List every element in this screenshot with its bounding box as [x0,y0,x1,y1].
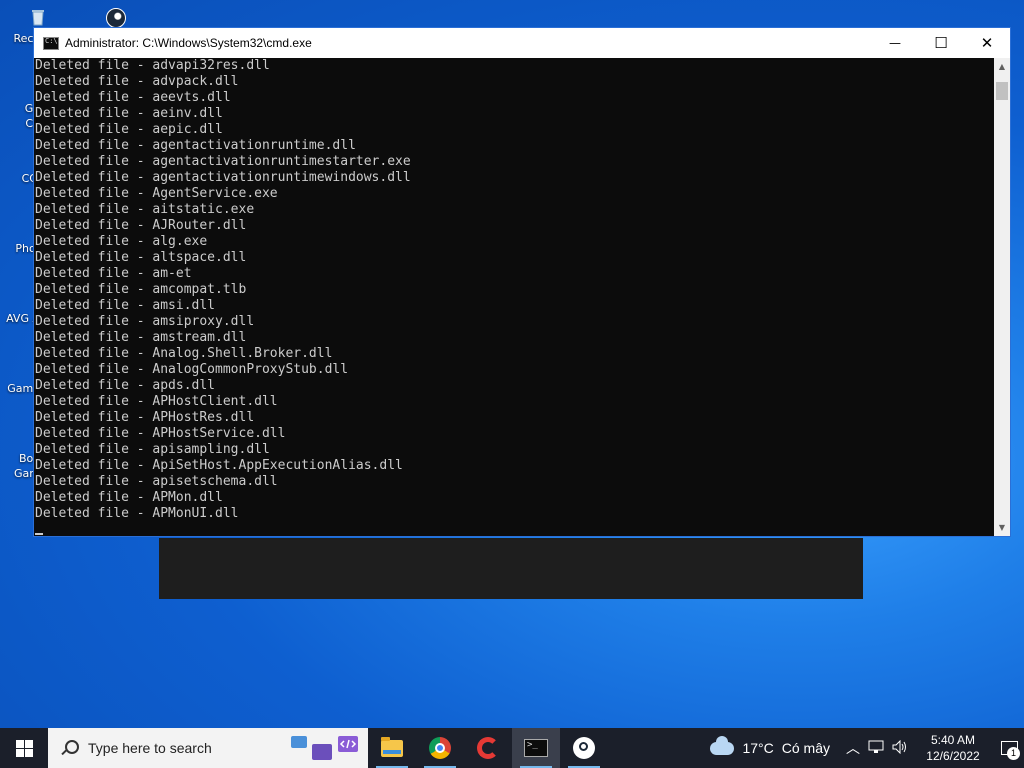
taskbar: Type here to search 17°C Có mây ︿ [0,728,1024,768]
ccleaner-icon [477,737,499,759]
start-button[interactable] [0,728,48,768]
console-line: Deleted file - altspace.dll [35,250,247,265]
chevron-up-icon[interactable]: ︿ [846,738,860,758]
window-title: Administrator: C:\Windows\System32\cmd.e… [65,36,312,50]
search-placeholder: Type here to search [88,740,212,756]
console-line: Deleted file - amsi.dll [35,298,216,313]
console-line: Deleted file - agentactivationruntime.dl… [35,138,356,153]
minimize-icon: — [889,36,901,50]
console-line: Deleted file - aepic.dll [35,122,223,137]
console-line: Deleted file - apisetschema.dll [35,474,278,489]
weather-widget[interactable]: 17°C Có mây [710,735,830,756]
chrome-icon [429,737,451,759]
cmd-app-icon[interactable] [43,36,59,50]
console-line: Deleted file - aeevts.dll [35,90,231,105]
console-line: Deleted file - APMonUI.dll [35,506,239,521]
console-line: Deleted file - APHostService.dll [35,426,286,441]
network-icon[interactable] [868,740,884,757]
console-line: Deleted file - advapi32res.dll [35,58,270,73]
folder-icon [381,736,403,757]
close-button[interactable]: ✕ [964,28,1010,58]
console-line: Deleted file - Analog.Shell.Broker.dll [35,346,333,361]
cloud-icon [710,735,735,755]
scroll-thumb[interactable] [996,82,1008,100]
volume-icon[interactable] [892,739,908,757]
console-line: Deleted file - ApiSetHost.AppExecutionAl… [35,458,403,473]
console-line: Deleted file - APHostClient.dll [35,394,278,409]
console-line: Deleted file - AgentService.exe [35,186,278,201]
taskbar-chrome[interactable] [416,728,464,768]
cmd-icon [524,739,548,757]
console-line: Deleted file - APMon.dll [35,490,223,505]
console-line: Deleted file - agentactivationruntimewin… [35,170,411,185]
close-icon: ✕ [980,34,994,52]
console-line: Deleted file - amsiproxy.dll [35,314,255,329]
windows-logo-icon [15,739,33,757]
taskbar-command-prompt[interactable] [512,728,560,768]
weather-condition: Có mây [781,740,830,756]
vertical-scrollbar[interactable]: ▲ ▼ [994,58,1010,536]
weather-temp: 17°C [742,740,774,756]
scroll-down-icon[interactable]: ▼ [994,519,1010,536]
console-line: Deleted file - apisampling.dll [35,442,270,457]
console-line: Deleted file - apds.dll [35,378,216,393]
notification-button[interactable]: 1 [994,728,1024,768]
text-cursor [35,533,43,535]
clock-date: 12/6/2022 [926,749,980,763]
title-bar[interactable]: Administrator: C:\Windows\System32\cmd.e… [34,28,1010,58]
minimize-button[interactable]: — [872,28,918,58]
notification-badge: 1 [1007,747,1020,760]
console-line: Deleted file - am-et [35,266,192,281]
console-line: Deleted file - advpack.dll [35,74,239,89]
console-line: Deleted file - alg.exe [35,234,208,249]
taskbar-ccleaner[interactable] [464,728,512,768]
console-line: Deleted file - AnalogCommonProxyStub.dll [35,362,349,377]
steam-icon [573,737,595,759]
scroll-up-icon[interactable]: ▲ [994,58,1010,75]
background-window [159,538,863,599]
search-box[interactable]: Type here to search [48,728,368,768]
system-tray: 17°C Có mây ︿ 5:40 AM 12/6/2022 1 [710,728,1024,768]
console-line: Deleted file - AJRouter.dll [35,218,247,233]
recycle-bin-icon[interactable] [29,8,47,26]
console-line: Deleted file - amstream.dll [35,330,247,345]
console-line: Deleted file - aeinv.dll [35,106,223,121]
clock-time: 5:40 AM [930,733,976,747]
console-line: Deleted file - agentactivationruntimesta… [35,154,411,169]
console-line: Deleted file - amcompat.tlb [35,282,247,297]
maximize-icon: ☐ [934,34,948,52]
console-output[interactable]: Deleted file - advapi32res.dll Deleted fi… [34,58,996,536]
cmd-window[interactable]: Administrator: C:\Windows\System32\cmd.e… [33,27,1011,537]
console-line: Deleted file - aitstatic.exe [35,202,255,217]
search-icon [60,739,79,757]
maximize-button[interactable]: ☐ [918,28,964,58]
steam-desktop-icon[interactable] [106,8,126,28]
search-highlight-icon[interactable] [290,734,360,762]
taskbar-file-explorer[interactable] [368,728,416,768]
taskbar-steam[interactable] [560,728,608,768]
clock[interactable]: 5:40 AM 12/6/2022 [918,732,988,764]
console-line: Deleted file - APHostRes.dll [35,410,255,425]
